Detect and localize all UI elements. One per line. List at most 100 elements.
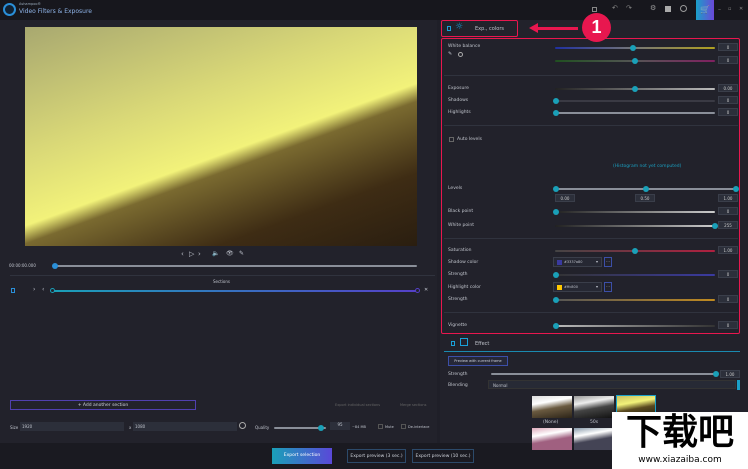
width-input[interactable]: 1920 [20,422,124,431]
cart-icon[interactable]: 🛒 [696,0,714,20]
highlight-strength-slider[interactable] [553,297,715,303]
tint-slider[interactable] [555,58,715,64]
preview-current-frame-button[interactable]: Preview with current frame [448,356,508,366]
highlight-strength-label: Strength [448,297,468,302]
mute-label: Mute [385,425,394,429]
eyedropper-icon[interactable]: ✎ [448,51,452,57]
saturation-label: Saturation [448,248,472,253]
volume-icon[interactable]: 🔈 [212,250,219,257]
export-preview-3-button[interactable]: Export preview (3 sec.) [347,449,406,463]
temperature-slider[interactable] [555,45,715,51]
redo-icon[interactable]: ↷ [626,4,632,12]
reset-size-icon[interactable] [239,422,246,429]
vignette-label: Vignette [448,323,468,328]
levels-label: Levels [448,186,463,191]
vignette-value[interactable]: 0 [718,321,738,329]
section-file-icon[interactable] [11,288,15,293]
effect-strength-value[interactable]: 1.00 [720,370,740,378]
scrollbar[interactable] [737,380,740,390]
info-icon[interactable] [680,5,687,12]
highlights-label: Highlights [448,110,471,115]
black-point-value[interactable]: 0 [718,207,738,215]
timecode: 00:00:00.000 [9,263,36,268]
quality-slider[interactable] [274,425,326,431]
black-point-slider[interactable] [553,209,715,215]
minimize-icon[interactable]: – [718,6,721,13]
deinterlace-checkbox[interactable] [401,424,406,429]
maximize-icon[interactable]: ▫ [728,6,731,12]
tint-value[interactable]: 0 [718,56,738,64]
shadow-strength-slider[interactable] [553,272,715,278]
highlights-slider[interactable] [553,110,715,116]
merge-sections[interactable]: Merge sections [400,403,426,407]
auto-levels-label: Auto levels [457,137,482,142]
saturation-value[interactable]: 1.00 [718,246,738,254]
shadows-value[interactable]: 0 [718,96,738,104]
close-icon[interactable]: ✕ [739,6,743,12]
next-frame-button[interactable]: › [198,250,201,258]
shadow-color-picker-button[interactable]: … [604,257,612,267]
prev-frame-button[interactable]: ‹ [181,250,184,258]
image-icon[interactable] [665,6,671,12]
export-selection-button[interactable]: Export selection [272,448,332,464]
vignette-slider[interactable] [553,323,715,329]
checkbox-icon[interactable] [447,26,451,31]
white-point-value[interactable]: 255 [718,221,738,229]
set-end-button[interactable]: ‹ [42,286,44,293]
effect-title: Effect [475,341,490,347]
exposure-slider[interactable] [555,86,715,92]
preset-none[interactable] [532,396,572,418]
exposure-label: Exposure [448,86,469,91]
size-label: Size [10,425,19,430]
quality-label: Quality [255,425,270,430]
highlight-color-select[interactable]: #ffc800 ▾ [553,282,602,292]
play-button[interactable]: ▷ [189,250,194,258]
set-start-button[interactable]: › [33,286,35,293]
remove-section-icon[interactable]: ✕ [424,287,428,293]
eye-icon[interactable]: 👁 [226,250,234,257]
shadow-color-select[interactable]: #3337a80 ▾ [553,257,602,267]
levels-mid[interactable]: 0.50 [635,194,655,202]
preset-5[interactable] [574,428,614,450]
save-icon[interactable] [592,7,597,12]
x-label: x [129,425,132,430]
exp-colors-tab[interactable]: ☼ Exp., colors [441,20,518,37]
reset-icon[interactable] [458,52,463,57]
white-point-label: White point [448,223,474,228]
export-individual-sections[interactable]: Export individual sections [335,403,380,407]
watermark-url: www.xiazaiba.com [638,455,722,465]
auto-levels-checkbox[interactable] [449,137,454,142]
white-point-slider[interactable] [555,223,718,229]
highlight-strength-value[interactable]: 0 [718,295,738,303]
effect-checkbox[interactable] [451,341,455,346]
temperature-value[interactable]: 0 [718,43,738,51]
highlight-color-picker-button[interactable]: … [604,282,612,292]
preset-4[interactable] [532,428,572,450]
tab-label: Exp., colors [475,26,504,32]
export-preview-10-button[interactable]: Export preview (10 sec.) [412,449,474,463]
undo-icon[interactable]: ↶ [612,4,618,12]
exposure-value[interactable]: 0.00 [718,84,738,92]
mute-checkbox[interactable] [378,424,383,429]
highlights-value[interactable]: 0 [718,108,738,116]
effect-strength-slider[interactable] [491,371,719,377]
levels-high[interactable]: 1.00 [718,194,738,202]
shadow-strength-value[interactable]: 0 [718,270,738,278]
annotation-arrow [533,27,578,30]
preset-50s[interactable] [574,396,614,418]
blending-select[interactable]: Normal [488,380,736,389]
height-input[interactable]: 1080 [133,422,237,431]
watermark: 下载吧 www.xiazaiba.com [612,412,748,469]
playback-slider[interactable] [52,263,417,269]
gear-icon[interactable]: ⚙ [650,4,656,12]
app-logo-icon [3,3,16,16]
saturation-slider[interactable] [555,248,715,254]
section-range-slider[interactable] [50,288,420,293]
quality-input[interactable]: 95 [330,422,350,430]
levels-slider[interactable] [553,186,739,192]
levels-low[interactable]: 0.00 [555,194,575,202]
shadows-slider[interactable] [553,98,715,104]
pipette-icon[interactable]: ✎ [239,250,244,257]
shadow-color-swatch [557,260,562,265]
add-section-button[interactable]: + Add another section [10,400,196,410]
